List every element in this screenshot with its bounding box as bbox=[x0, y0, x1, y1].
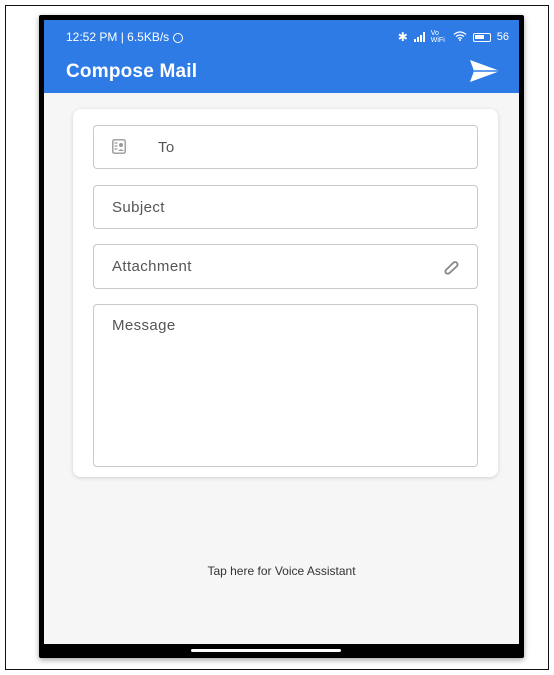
wifi-icon bbox=[453, 30, 467, 44]
vowifi-icon: Vo WiFi bbox=[430, 30, 445, 44]
to-label: To bbox=[158, 139, 175, 156]
voice-assistant-button[interactable]: Tap here for Voice Assistant bbox=[44, 564, 519, 578]
subject-label: Subject bbox=[112, 199, 165, 216]
signal-icon bbox=[413, 32, 425, 42]
attachment-field[interactable]: Attachment bbox=[93, 244, 478, 289]
home-indicator[interactable] bbox=[191, 649, 341, 652]
compose-card: To Subject Attachment Message bbox=[73, 109, 498, 477]
page-title: Compose Mail bbox=[66, 61, 198, 82]
bluetooth-icon: ✱ bbox=[397, 30, 408, 44]
contact-icon bbox=[112, 139, 126, 154]
alarm-icon bbox=[173, 33, 184, 43]
paperclip-icon[interactable] bbox=[443, 259, 459, 275]
subject-field[interactable]: Subject bbox=[93, 185, 478, 229]
status-icons: ✱ Vo WiFi 56 bbox=[398, 30, 509, 44]
attachment-label: Attachment bbox=[112, 258, 192, 275]
battery-icon bbox=[472, 32, 491, 42]
status-bar: 12:52 PM | 6.5KB/s ✱ Vo WiFi 56 bbox=[44, 20, 519, 52]
battery-level: 56 bbox=[496, 31, 509, 43]
send-icon bbox=[470, 60, 500, 82]
message-label: Message bbox=[112, 317, 176, 334]
to-field[interactable]: To bbox=[93, 125, 478, 169]
send-button[interactable] bbox=[469, 58, 501, 84]
status-time: 12:52 PM | 6.5KB/s bbox=[66, 30, 184, 44]
app-bar: 12:52 PM | 6.5KB/s ✱ Vo WiFi 56 Compose … bbox=[44, 20, 519, 93]
phone-frame: 12:52 PM | 6.5KB/s ✱ Vo WiFi 56 Compose … bbox=[39, 15, 524, 658]
app-screen: 12:52 PM | 6.5KB/s ✱ Vo WiFi 56 Compose … bbox=[44, 20, 519, 644]
message-field[interactable]: Message bbox=[93, 304, 478, 467]
